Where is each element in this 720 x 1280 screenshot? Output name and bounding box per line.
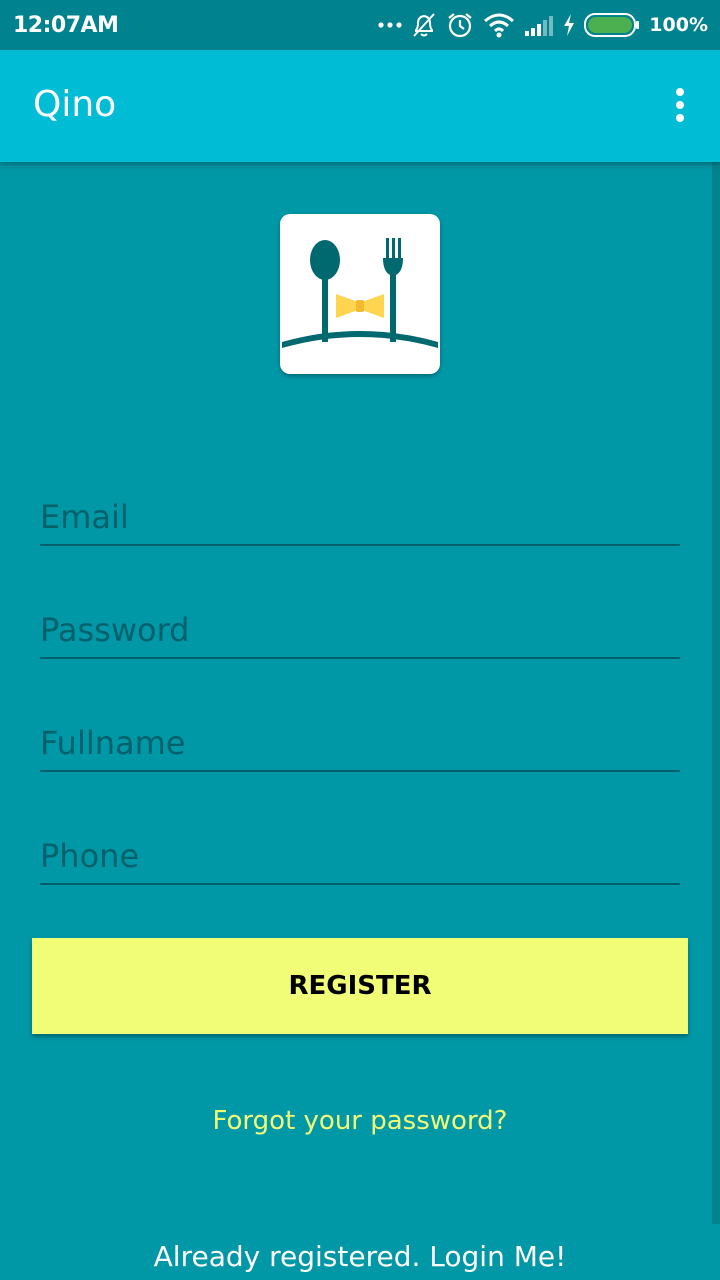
- more-dots-icon: [378, 20, 402, 30]
- status-time: 12:07AM: [13, 13, 119, 38]
- status-bar: 12:07AM 100%: [0, 0, 720, 50]
- signal-icon: [524, 14, 554, 36]
- password-field[interactable]: [40, 603, 680, 663]
- app-logo: [280, 214, 440, 374]
- wifi-icon: [483, 12, 515, 38]
- battery-percent: 100%: [649, 14, 708, 36]
- fullname-input[interactable]: [40, 716, 680, 772]
- app-title: Qino: [33, 84, 117, 125]
- email-input[interactable]: [40, 490, 680, 546]
- spoon-fork-logo-icon: [282, 238, 438, 348]
- phone-input[interactable]: [40, 829, 680, 885]
- notifications-off-icon: [411, 11, 437, 39]
- phone-field[interactable]: [40, 829, 680, 889]
- fullname-field[interactable]: [40, 716, 680, 776]
- app-bar: Qino: [0, 50, 720, 162]
- status-icons: 100%: [378, 8, 708, 42]
- forgot-password-link[interactable]: Forgot your password?: [0, 1106, 720, 1136]
- email-field[interactable]: [40, 490, 680, 550]
- password-input[interactable]: [40, 603, 680, 659]
- battery-icon: [584, 13, 640, 37]
- scroll-edge: [712, 162, 720, 1224]
- alarm-icon: [446, 11, 474, 39]
- charging-icon: [563, 14, 575, 36]
- more-vert-icon[interactable]: [670, 88, 690, 124]
- register-button[interactable]: REGISTER: [32, 938, 688, 1034]
- login-link[interactable]: Already registered. Login Me!: [0, 1240, 720, 1273]
